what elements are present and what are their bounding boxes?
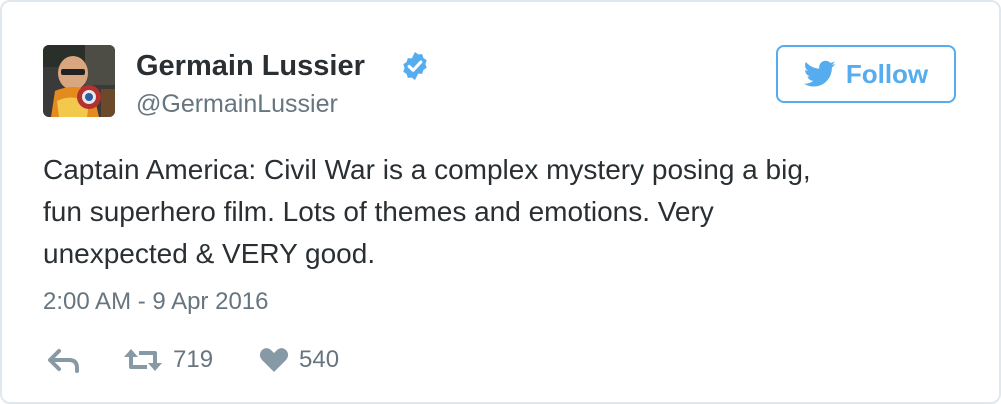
retweet-button[interactable]: 719 [123, 340, 213, 380]
follow-button[interactable]: Follow [776, 45, 956, 103]
heart-icon [259, 348, 289, 372]
tweet-text: Captain America: Civil War is a complex … [43, 154, 811, 269]
verified-badge-icon [403, 52, 427, 80]
like-count: 540 [299, 346, 340, 373]
tweet-timestamp[interactable]: 2:00 AM - 9 Apr 2016 [43, 285, 268, 319]
retweet-icon [124, 349, 162, 371]
twitter-bird-icon [803, 60, 836, 87]
like-button[interactable]: 540 [259, 340, 339, 380]
reply-icon [48, 349, 79, 373]
reply-button[interactable] [47, 340, 81, 380]
avatar[interactable] [43, 45, 115, 117]
tweet-card: Germain Lussier @GermainLussier Follow C… [0, 0, 1001, 404]
author-name[interactable]: Germain Lussier [136, 47, 365, 85]
follow-button-label: Follow [845, 59, 929, 89]
author-handle[interactable]: @GermainLussier [136, 88, 338, 120]
retweet-count: 719 [173, 346, 214, 373]
avatar-image [43, 45, 115, 117]
